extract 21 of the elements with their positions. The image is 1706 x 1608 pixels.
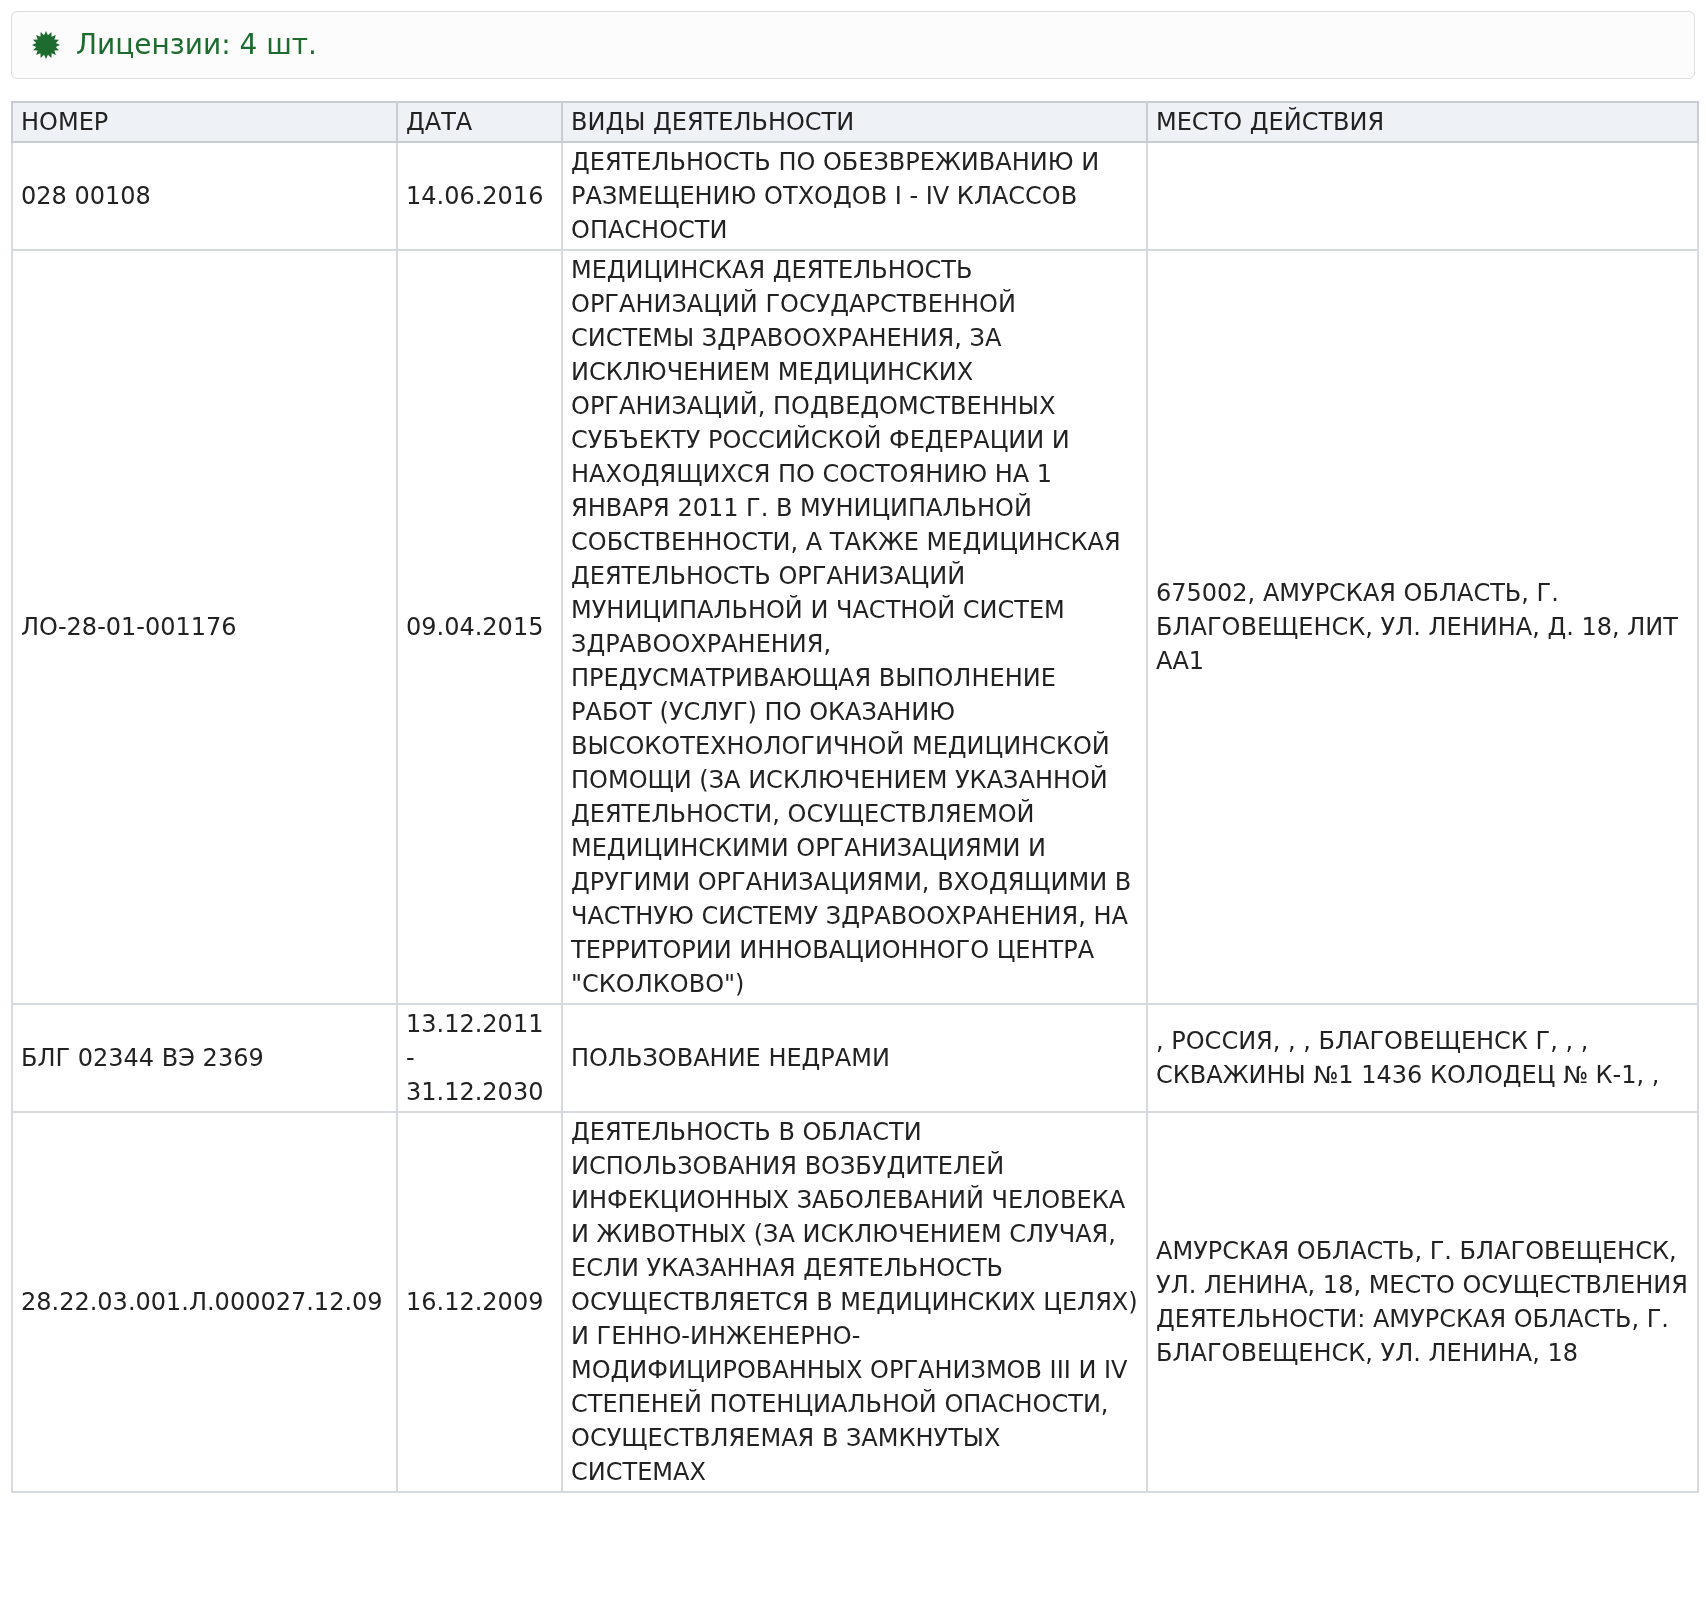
table-cell: ДЕЯТЕЛЬНОСТЬ В ОБЛАСТИ ИСПОЛЬЗОВАНИЯ ВОЗБУДИТЕЛЕЙ ИНФЕКЦИОННЫХ ЗАБОЛЕВАНИЙ ЧЕЛОВЕКА И ЖИВОТНЫХ (ЗА ИСКЛЮЧЕНИЕМ СЛУЧАЯ, ЕСЛИ УКАЗАННАЯ ДЕЯТЕЛЬНОСТЬ ОСУЩЕСТВЛЯЕТСЯ В МЕДИЦИНСКИХ ЦЕЛЯХ) И ГЕННО-ИНЖЕНЕРНО-МОДИФИЦИРОВАННЫХ ОРГАНИЗМОВ III И IV СТЕПЕНЕЙ ПОТЕНЦИАЛЬНОЙ ОПАСНОСТИ, ОСУЩЕСТВЛЯЕМАЯ В ЗАМКНУТЫХ СИСТЕМАХ — [571, 1118, 1138, 1486]
table-cell: МЕДИЦИНСКАЯ ДЕЯТЕЛЬНОСТЬ ОРГАНИЗАЦИЙ ГОСУДАРСТВЕННОЙ СИСТЕМЫ ЗДРАВООХРАНЕНИЯ, ЗА ИСКЛЮЧЕНИЕМ МЕДИЦИНСКИХ ОРГАНИЗАЦИЙ, ПОДВЕДОМСТВЕННЫХ СУБЪЕКТУ РОССИЙСКОЙ ФЕДЕРАЦИИ И НАХОДЯЩИХСЯ ПО СОСТОЯНИЮ НА 1 ЯНВАРЯ 2011 Г. В МУНИЦИПАЛЬНОЙ СОБСТВЕННОСТИ, А ТАКЖЕ МЕДИЦИНСКАЯ ДЕЯТЕЛЬНОСТЬ ОРГАНИЗАЦИЙ МУНИЦИПАЛЬНОЙ И ЧАСТНОЙ СИСТЕМ ЗДРАВООХРАНЕНИЯ, ПРЕДУСМАТРИВАЮЩАЯ ВЫПОЛНЕНИЕ РАБОТ (УСЛУГ) ПО ОКАЗАНИЮ ВЫСОКОТЕХНОЛОГИЧНОЙ МЕДИЦИНСКОЙ ПОМОЩИ (ЗА ИСКЛЮЧЕНИЕМ УКАЗАННОЙ ДЕЯТЕЛЬНОСТИ, ОСУЩЕСТВЛЯЕМОЙ МЕДИЦИНСКИМИ ОРГАНИЗАЦИЯМИ И ДРУГИМИ ОРГАНИЗАЦИЯМИ, ВХОДЯЩИМИ В ЧАСТНУЮ СИСТЕМУ ЗДРАВООХРАНЕНИЯ, НА ТЕРРИТОРИИ ИННОВАЦИОННОГО ЦЕНТРА "СКОЛКОВО") — [571, 256, 1132, 998]
column-header: НОМЕР — [12, 102, 397, 142]
badge-icon — [32, 31, 60, 59]
table-cell: ПОЛЬЗОВАНИЕ НЕДРАМИ — [571, 1044, 890, 1072]
table-cell: БЛГ 02344 ВЭ 2369 — [21, 1044, 264, 1072]
table-cell: ЛО-28-01-001176 — [21, 613, 237, 641]
table-cell: 09.04.2015 — [406, 613, 544, 641]
table-cell: ДЕЯТЕЛЬНОСТЬ ПО ОБЕЗВРЕЖИВАНИЮ И РАЗМЕЩЕНИЮ ОТХОДОВ I - IV КЛАССОВ ОПАСНОСТИ — [571, 148, 1100, 244]
table-cell: 14.06.2016 — [406, 182, 544, 210]
column-header: МЕСТО ДЕЙСТВИЯ — [1147, 102, 1698, 142]
table-cell: 16.12.2009 — [406, 1288, 544, 1316]
column-header: ВИДЫ ДЕЯТЕЛЬНОСТИ — [562, 102, 1147, 142]
table-cell: 28.22.03.001.Л.000027.12.09 — [21, 1288, 383, 1316]
table-cell: АМУРСКАЯ ОБЛАСТЬ, Г. БЛАГОВЕЩЕНСК, УЛ. ЛЕНИНА, 18, МЕСТО ОСУЩЕСТВЛЕНИЯ ДЕЯТЕЛЬНОСТИ: АМУРСКАЯ ОБЛАСТЬ, Г. БЛАГОВЕЩЕНСК, УЛ. ЛЕНИНА, 18 — [1156, 1237, 1688, 1367]
table-cell: , РОССИЯ, , , БЛАГОВЕЩЕНСК Г, , , СКВАЖИНЫ №1 1436 КОЛОДЕЦ № К-1, , — [1156, 1027, 1660, 1089]
column-header: ДАТА — [397, 102, 562, 142]
table-cell: 13.12.2011 - 31.12.2030 — [406, 1010, 544, 1106]
table-cell: 675002, АМУРСКАЯ ОБЛАСТЬ, Г. БЛАГОВЕЩЕНСК, УЛ. ЛЕНИНА, Д. 18, ЛИТ АА1 — [1156, 579, 1678, 675]
table-cell: 028 00108 — [21, 182, 151, 210]
header-title: Лицензии: 4 шт. — [76, 27, 317, 63]
